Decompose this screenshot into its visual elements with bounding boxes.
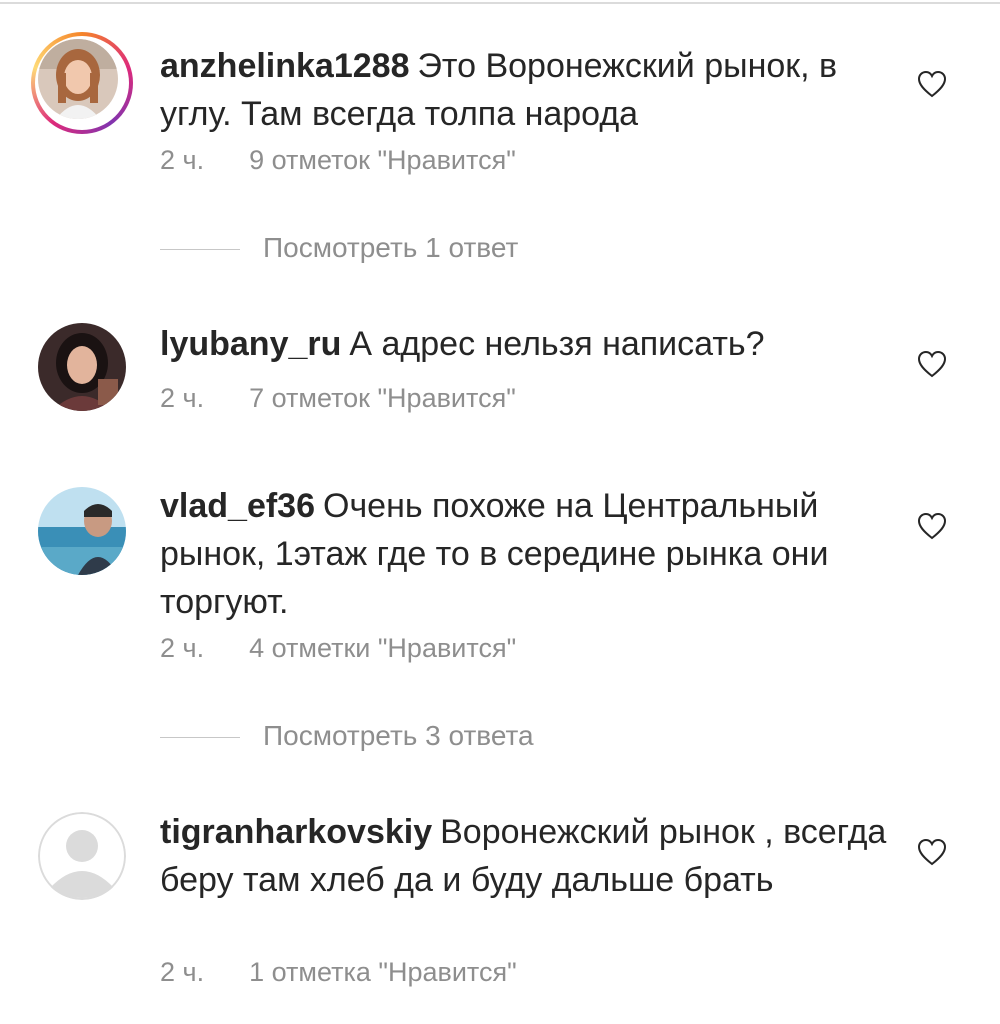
- comment-meta: 2 ч. 1 отметка "Нравится": [160, 957, 517, 988]
- replies-divider: [160, 249, 240, 250]
- comment-meta: 2 ч. 7 отметок "Нравится": [160, 383, 516, 414]
- comment-body: lyubany_ru А адрес нельзя написать?: [160, 320, 890, 368]
- avatar-photo-icon[interactable]: [38, 323, 126, 411]
- heart-outline-icon[interactable]: [917, 838, 947, 866]
- default-avatar-icon[interactable]: [38, 812, 126, 900]
- comment-body: anzhelinka1288 Это Воронежский рынок, в у…: [160, 42, 890, 138]
- comment-likes[interactable]: 9 отметок "Нравится": [249, 145, 516, 175]
- story-ring[interactable]: [31, 32, 133, 134]
- comment-time: 2 ч.: [160, 383, 205, 413]
- comment-body: tigranharkovskiy Воронежский рынок , всег…: [160, 808, 890, 904]
- comment-meta: 2 ч. 9 отметок "Нравится": [160, 145, 516, 176]
- comment-username[interactable]: lyubany_ru: [160, 325, 341, 363]
- comment-time: 2 ч.: [160, 145, 205, 175]
- top-divider: [0, 2, 1000, 4]
- replies-divider: [160, 737, 240, 738]
- comment-meta: 2 ч. 4 отметки "Нравится": [160, 633, 516, 664]
- comment-likes[interactable]: 7 отметок "Нравится": [249, 383, 516, 413]
- heart-outline-icon[interactable]: [917, 70, 947, 98]
- comment-body: vlad_ef36 Очень похоже на Центральный рын…: [160, 482, 890, 626]
- view-replies-label[interactable]: Посмотреть 1 ответ: [263, 232, 518, 264]
- comment-text: А адрес нельзя написать?: [349, 325, 765, 363]
- comment-username[interactable]: anzhelinka1288: [160, 47, 409, 85]
- view-replies-label[interactable]: Посмотреть 3 ответа: [263, 720, 534, 752]
- heart-outline-icon[interactable]: [917, 512, 947, 540]
- heart-outline-icon[interactable]: [917, 350, 947, 378]
- avatar-photo-icon[interactable]: [38, 487, 126, 575]
- comment-time: 2 ч.: [160, 633, 205, 663]
- comment-username[interactable]: vlad_ef36: [160, 487, 315, 525]
- comment-time: 2 ч.: [160, 957, 205, 987]
- comment-username[interactable]: tigranharkovskiy: [160, 813, 432, 851]
- comment-likes[interactable]: 4 отметки "Нравится": [249, 633, 516, 663]
- avatar-photo-icon[interactable]: [38, 39, 118, 119]
- comment-likes[interactable]: 1 отметка "Нравится": [249, 957, 517, 987]
